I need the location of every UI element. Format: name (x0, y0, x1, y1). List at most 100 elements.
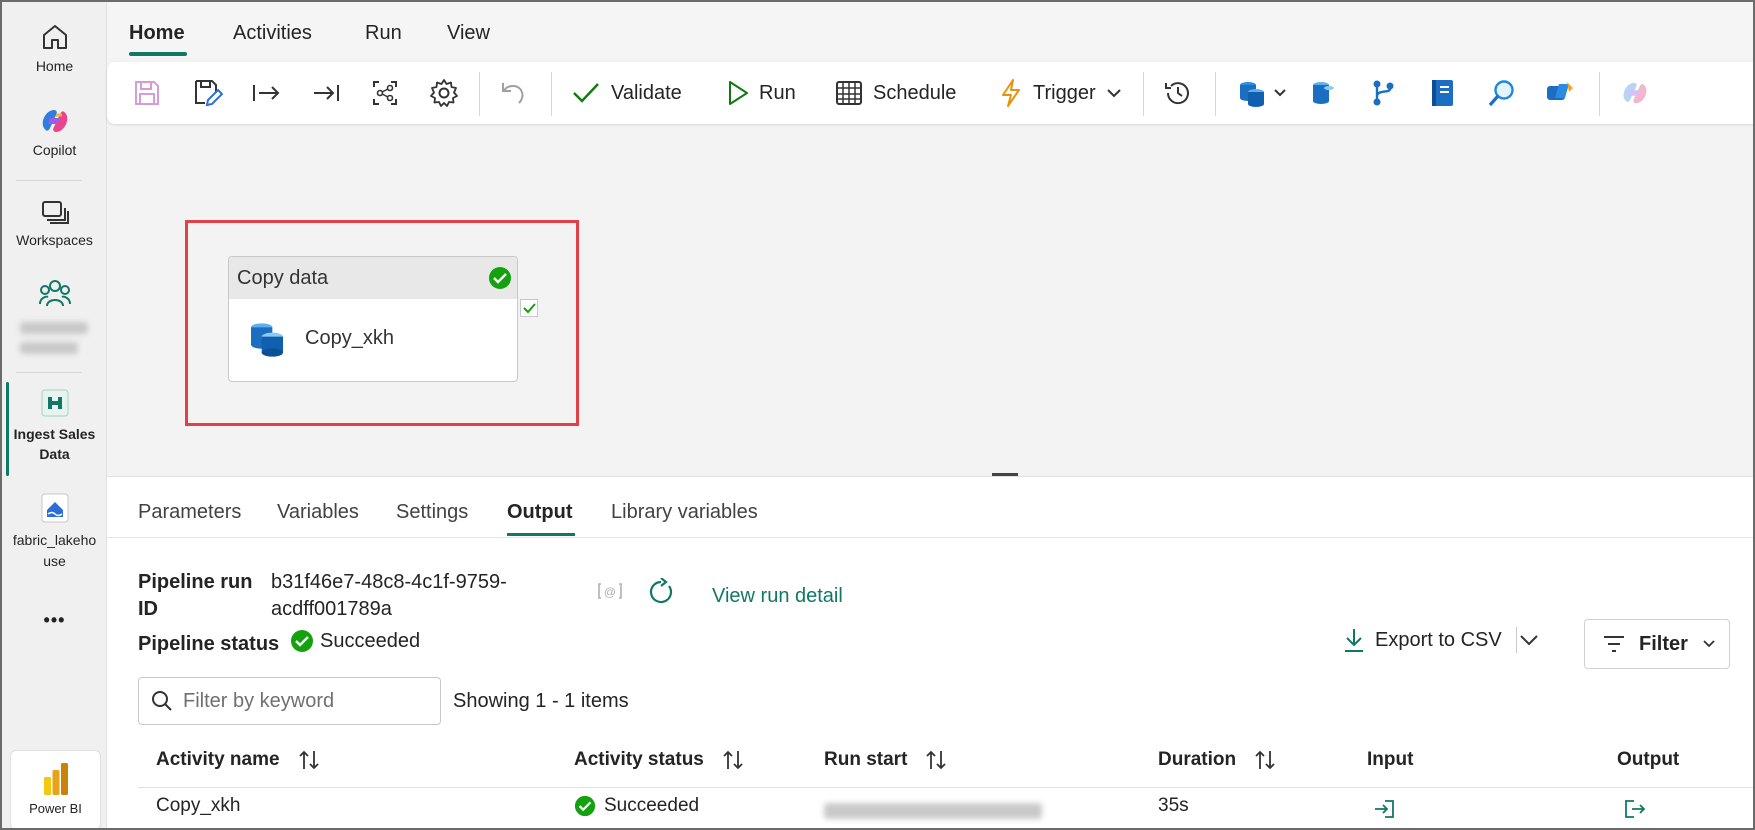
schedule-button[interactable]: Schedule (835, 76, 956, 110)
undo-icon (502, 83, 524, 104)
refresh-icon[interactable] (647, 578, 675, 606)
run-label: Run (759, 81, 796, 104)
blurred-workspace-name-2 (20, 342, 78, 354)
col-input: Input (1367, 749, 1414, 770)
col-run-start[interactable]: Run start (824, 749, 947, 771)
menu-tab-run[interactable]: Run (365, 22, 402, 45)
copilot-button[interactable] (1619, 76, 1651, 110)
showing-count: Showing 1 - 1 items (453, 690, 629, 712)
move-end-button[interactable] (311, 76, 341, 110)
output-icon[interactable] (1624, 799, 1646, 819)
ribbon-toolbar: Validate Run Schedule Trigger (107, 62, 1753, 124)
menu-tab-indicator (129, 52, 187, 56)
rail-divider-2 (16, 372, 82, 373)
export-csv-button[interactable]: Export to CSV (1343, 627, 1517, 653)
rail-ingest-sales-data[interactable]: Ingest Sales Data (2, 388, 107, 464)
rail-fabric-lakehouse[interactable]: fabric_lakehouse (2, 492, 107, 572)
sort-icon (926, 750, 947, 770)
chevron-down-icon[interactable] (1519, 633, 1539, 647)
move-next-button[interactable] (251, 76, 281, 110)
calendar-icon (836, 81, 862, 105)
checkmark-icon (523, 303, 536, 314)
col-output: Output (1617, 749, 1680, 770)
power-bi-icon (43, 763, 68, 795)
home-icon (42, 25, 67, 49)
search-icon (152, 691, 172, 711)
copy-data-activity[interactable]: Copy data Copy_xkh (228, 256, 518, 382)
save-as-button[interactable] (193, 76, 223, 110)
more-button[interactable]: ••• (2, 610, 107, 631)
success-check-icon (489, 267, 511, 289)
pipeline-status-value: Succeeded (320, 629, 421, 652)
input-icon[interactable] (1373, 799, 1395, 819)
col-duration[interactable]: Duration (1158, 749, 1276, 771)
row-run-start-redacted (824, 803, 1042, 819)
power-bi-switcher[interactable]: Power BI (10, 750, 101, 828)
on-success-connector[interactable] (520, 299, 538, 317)
rail-home-label: Home (35, 58, 74, 74)
notebook-icon (1432, 80, 1453, 106)
lookup-button[interactable] (1487, 76, 1517, 110)
notebook-button[interactable] (1429, 76, 1455, 110)
run-id-value: b31f46e7-48c8-4c1f-9759- acdff001789a (271, 571, 507, 620)
settings-button[interactable] (429, 76, 459, 110)
col-activity-status[interactable]: Activity status (574, 749, 744, 771)
tab-variables[interactable]: Variables (277, 501, 359, 524)
filter-button[interactable]: Filter (1584, 619, 1730, 669)
arrow-to-bar-icon (314, 85, 339, 101)
row-activity-name-link[interactable]: Copy_xkh (156, 795, 241, 817)
menu-tab-view[interactable]: View (447, 22, 490, 45)
export-divider (1515, 627, 1517, 653)
play-icon (729, 81, 748, 105)
auto-align-button[interactable] (371, 76, 399, 110)
filter-lines-icon (1604, 636, 1624, 652)
tab-divider (107, 537, 1753, 538)
tab-settings[interactable]: Settings (396, 501, 468, 524)
run-button[interactable]: Run (727, 76, 796, 110)
rail-home[interactable]: Home (2, 22, 107, 74)
toolbar-divider-2 (551, 72, 552, 116)
branch-button[interactable] (1369, 76, 1397, 110)
arrow-from-bar-icon (253, 85, 280, 101)
run-id-label: Pipeline run ID (138, 571, 253, 620)
auto-align-icon (373, 81, 397, 105)
chevron-down-icon (1274, 89, 1286, 97)
copy-id-icon[interactable]: @ (597, 581, 623, 601)
save-button[interactable] (133, 76, 161, 110)
tab-library-variables[interactable]: Library variables (611, 501, 758, 524)
pipeline-icon (41, 389, 68, 417)
schedule-label: Schedule (873, 81, 957, 104)
view-run-detail-link[interactable]: View run detail (712, 585, 843, 608)
dataflow-button[interactable] (1309, 76, 1337, 110)
toolbar-divider-4 (1215, 72, 1216, 116)
copy-data-dropdown[interactable] (1237, 76, 1287, 110)
table-header-divider (138, 787, 1753, 788)
copy-data-icon (251, 323, 283, 357)
search-input[interactable] (183, 689, 423, 713)
save-icon (135, 81, 159, 105)
search-box[interactable] (138, 677, 441, 725)
col-activity-name[interactable]: Activity name (156, 749, 320, 771)
validate-button[interactable]: Validate (571, 76, 682, 110)
lightning-icon (1002, 79, 1020, 107)
sort-icon (723, 750, 743, 770)
run-history-button[interactable] (1163, 76, 1193, 110)
checkmark-icon (573, 83, 599, 103)
sort-icon (1255, 750, 1275, 770)
save-as-icon (195, 80, 223, 107)
undo-button[interactable] (499, 76, 527, 110)
success-check-icon (291, 630, 313, 652)
dataflow-gen2-button[interactable] (1545, 76, 1575, 110)
rail-workspaces[interactable]: Workspaces (2, 198, 107, 248)
tab-parameters[interactable]: Parameters (138, 501, 241, 524)
tab-output[interactable]: Output (507, 501, 573, 524)
menu-tab-activities[interactable]: Activities (233, 22, 312, 45)
magnifier-icon (1488, 80, 1514, 107)
rail-copilot[interactable]: Copilot (2, 106, 107, 158)
rail-workspaces-label: Workspaces (16, 232, 93, 248)
rail-workspace-current[interactable] (2, 278, 107, 316)
workspaces-icon (41, 201, 69, 224)
history-icon (1165, 82, 1189, 105)
menu-tab-home[interactable]: Home (129, 22, 185, 45)
trigger-button[interactable]: Trigger (999, 76, 1122, 110)
